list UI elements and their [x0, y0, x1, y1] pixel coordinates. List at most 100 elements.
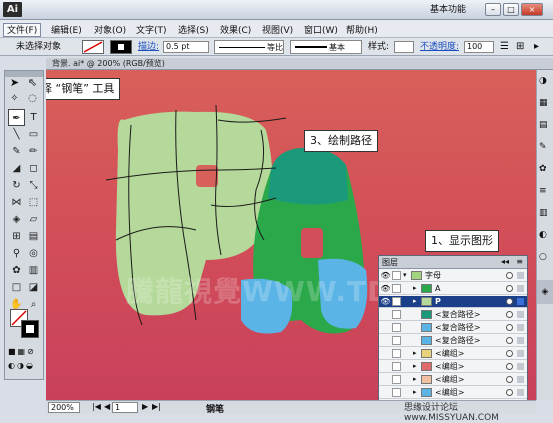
- symbol-sprayer-tool-icon[interactable]: ✿: [8, 262, 25, 279]
- target-circle-icon[interactable]: [506, 311, 513, 318]
- visibility-eye-icon[interactable]: [380, 348, 391, 359]
- color-panel-icon[interactable]: ◑: [539, 76, 551, 88]
- layer-row[interactable]: ▸ <编组>: [379, 348, 527, 360]
- artboard-tool-icon[interactable]: □: [8, 279, 25, 296]
- stroke-weight-field[interactable]: 0.5 pt: [163, 41, 209, 53]
- layer-row[interactable]: 👁 ▸ A: [379, 283, 527, 295]
- expand-triangle-icon[interactable]: ▸: [413, 361, 417, 372]
- menu-type[interactable]: 文字(T): [132, 23, 171, 37]
- target-circle-icon[interactable]: [506, 389, 513, 396]
- target-circle-icon[interactable]: [506, 272, 513, 279]
- draw-mode-icons[interactable]: ◐◑◒: [8, 361, 42, 371]
- slice-tool-icon[interactable]: ◪: [25, 279, 42, 296]
- menu-view[interactable]: 视图(V): [258, 23, 297, 37]
- align-icon[interactable]: ☰: [500, 40, 509, 54]
- rotate-tool-icon[interactable]: ↻: [8, 177, 25, 194]
- last-page-icon[interactable]: ▶|: [152, 402, 161, 411]
- target-circle-icon[interactable]: [506, 298, 513, 305]
- expand-triangle-icon[interactable]: ▸: [413, 387, 417, 398]
- lock-toggle[interactable]: [392, 271, 401, 280]
- panel-collapse-icon[interactable]: ◂◂: [501, 257, 509, 266]
- selection-square-icon[interactable]: [517, 311, 524, 318]
- gradient-tool-icon[interactable]: ▤: [25, 228, 42, 245]
- color-guide-icon[interactable]: ▦: [539, 98, 551, 110]
- menu-select[interactable]: 选择(S): [174, 23, 213, 37]
- lock-toggle[interactable]: [392, 323, 401, 332]
- variable-width-profile[interactable]: 等比: [214, 40, 284, 54]
- graph-tool-icon[interactable]: ▥: [25, 262, 42, 279]
- scale-tool-icon[interactable]: ⤡: [25, 177, 42, 194]
- layer-row[interactable]: 👁 ▾ 字母: [379, 270, 527, 282]
- pencil-tool-icon[interactable]: ✏: [25, 143, 42, 160]
- selection-square-icon[interactable]: [517, 363, 524, 370]
- layer-row[interactable]: ▸ <编组>: [379, 387, 527, 399]
- menu-window[interactable]: 窗口(W): [300, 23, 342, 37]
- fill-swatch[interactable]: [82, 40, 104, 54]
- width-tool-icon[interactable]: ⋈: [8, 194, 25, 211]
- lock-toggle[interactable]: [392, 349, 401, 358]
- lock-toggle[interactable]: [392, 310, 401, 319]
- maximize-button[interactable]: □: [503, 3, 519, 16]
- color-mode-icons[interactable]: ■▦⊘: [8, 347, 42, 357]
- target-circle-icon[interactable]: [506, 285, 513, 292]
- target-circle-icon[interactable]: [506, 337, 513, 344]
- visibility-eye-icon[interactable]: 👁: [380, 270, 391, 281]
- expand-triangle-icon[interactable]: ▸: [413, 348, 417, 359]
- menu-file[interactable]: 文件(F): [3, 23, 42, 37]
- menu-effect[interactable]: 效果(C): [216, 23, 255, 37]
- eraser-tool-icon[interactable]: ◻: [25, 160, 42, 177]
- graphic-style-picker[interactable]: [394, 41, 414, 53]
- selection-square-icon[interactable]: [517, 350, 524, 357]
- lock-toggle[interactable]: [392, 362, 401, 371]
- panel-menu-icon[interactable]: ▸: [534, 40, 539, 54]
- stroke-swatch[interactable]: [110, 40, 132, 54]
- first-page-icon[interactable]: |◀: [92, 402, 101, 411]
- shape-builder-tool-icon[interactable]: ◈: [8, 211, 25, 228]
- lock-toggle[interactable]: [392, 297, 401, 306]
- selection-square-icon[interactable]: [517, 298, 524, 305]
- next-page-icon[interactable]: ▶: [142, 402, 148, 411]
- workspace-switcher[interactable]: 基本功能: [430, 3, 466, 17]
- selection-square-icon[interactable]: [517, 324, 524, 331]
- blend-tool-icon[interactable]: ◎: [25, 245, 42, 262]
- direct-selection-tool-icon[interactable]: ⇖: [24, 75, 41, 91]
- paintbrush-tool-icon[interactable]: ✎: [8, 143, 25, 160]
- visibility-eye-icon[interactable]: 👁: [380, 283, 391, 294]
- visibility-eye-icon[interactable]: [380, 387, 391, 398]
- document-tab[interactable]: 背景. ai* @ 200% (RGB/预览): [46, 58, 553, 70]
- selection-square-icon[interactable]: [517, 285, 524, 292]
- brush-definition[interactable]: 基本: [290, 40, 362, 54]
- visibility-eye-icon[interactable]: [380, 361, 391, 372]
- transform-icon[interactable]: ⊞: [516, 40, 524, 54]
- lock-toggle[interactable]: [392, 375, 401, 384]
- expand-triangle-icon[interactable]: ▸: [413, 296, 417, 307]
- opacity-field[interactable]: 100: [464, 41, 494, 53]
- menu-edit[interactable]: 编辑(E): [47, 23, 86, 37]
- minimize-button[interactable]: –: [485, 3, 501, 16]
- lock-toggle[interactable]: [392, 388, 401, 397]
- gradient-panel-icon[interactable]: ▥: [539, 208, 551, 220]
- free-transform-tool-icon[interactable]: ⬚: [25, 194, 42, 211]
- brushes-icon[interactable]: ✎: [539, 142, 551, 154]
- layer-row[interactable]: <复合路径>: [379, 309, 527, 321]
- selection-square-icon[interactable]: [517, 337, 524, 344]
- eyedropper-tool-icon[interactable]: ⚲: [8, 245, 25, 262]
- target-circle-icon[interactable]: [506, 376, 513, 383]
- menu-help[interactable]: 帮助(H): [342, 23, 382, 37]
- mesh-tool-icon[interactable]: ⊞: [8, 228, 25, 245]
- selection-square-icon[interactable]: [517, 272, 524, 279]
- transparency-icon[interactable]: ◐: [539, 230, 551, 242]
- magic-wand-tool-icon[interactable]: ✧: [6, 91, 23, 107]
- menu-object[interactable]: 对象(O): [90, 23, 130, 37]
- page-field[interactable]: 1: [112, 402, 138, 413]
- expand-triangle-icon[interactable]: ▸: [413, 283, 417, 294]
- selection-square-icon[interactable]: [517, 376, 524, 383]
- selection-square-icon[interactable]: [517, 389, 524, 396]
- layer-row[interactable]: <复合路径>: [379, 335, 527, 347]
- panel-options-icon[interactable]: ≡: [516, 257, 523, 266]
- stroke-panel-icon[interactable]: ≡: [539, 186, 551, 198]
- lock-toggle[interactable]: [392, 336, 401, 345]
- target-circle-icon[interactable]: [506, 324, 513, 331]
- pen-tool-icon[interactable]: ✒: [8, 109, 25, 126]
- swatches-icon[interactable]: ▤: [539, 120, 551, 132]
